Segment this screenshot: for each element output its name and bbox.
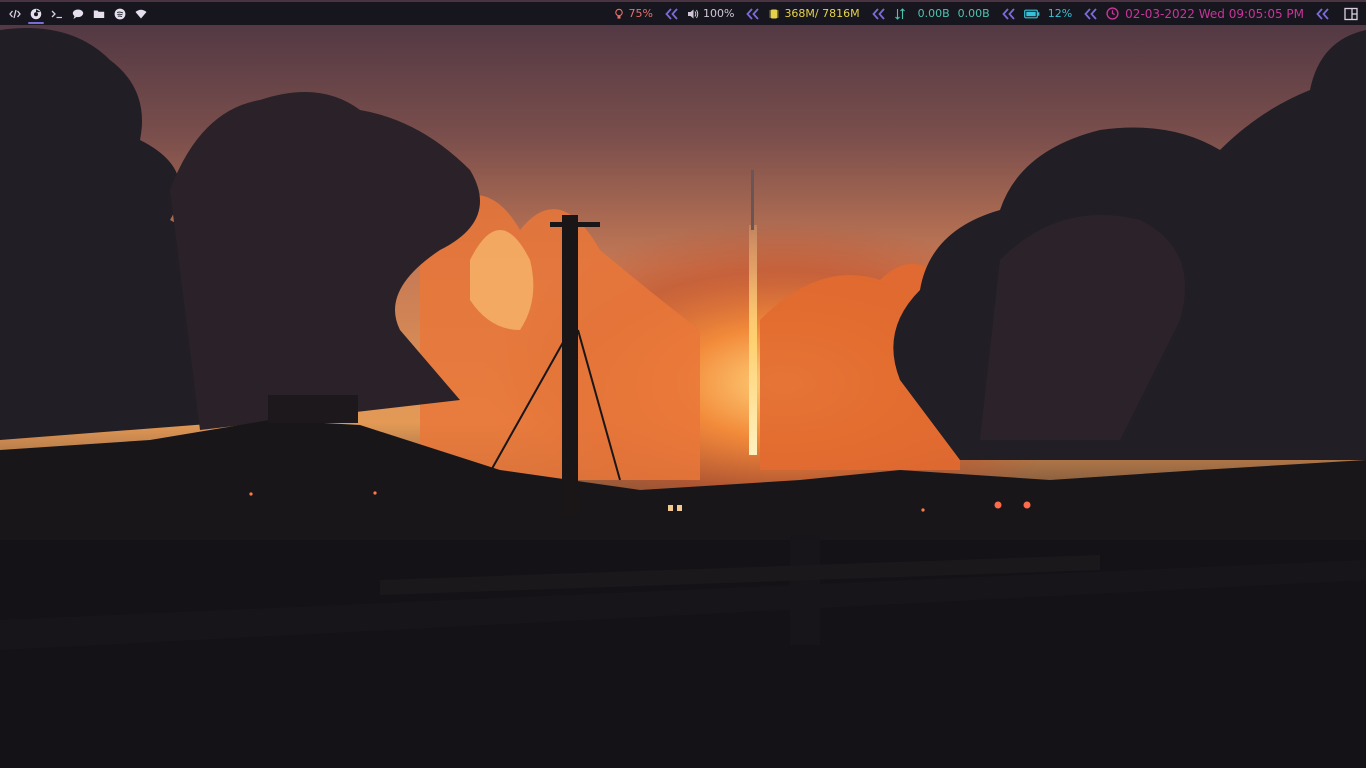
workspace-folder[interactable]: [90, 3, 108, 24]
memory-module[interactable]: 368M/ 7816M: [766, 2, 861, 25]
separator-chevron-icon: [665, 7, 679, 20]
code-icon: [9, 9, 21, 18]
workspace-code[interactable]: [6, 3, 24, 24]
battery-value: 12%: [1047, 7, 1073, 20]
chat-icon: [72, 9, 84, 19]
battery-icon: [1023, 9, 1040, 18]
workspace-terminal[interactable]: [48, 3, 66, 24]
clock-module[interactable]: 02-03-2022 Wed 09:05:05 PM: [1104, 2, 1306, 25]
brightness-value: 75%: [628, 7, 653, 20]
separator-chevron-icon: [1084, 7, 1098, 20]
updown-icon: [894, 7, 905, 20]
workspace-music[interactable]: [111, 3, 129, 24]
wifi-icon: [135, 9, 147, 18]
top-status-bar: 75% 100% 368M/ 7816M 0.00B 0.00B 12% 02-…: [0, 2, 1366, 25]
network-module[interactable]: 0.00B 0.00B: [892, 2, 992, 25]
terminal-icon: [51, 10, 62, 18]
volume-value: 100%: [702, 7, 735, 20]
network-up-value: 0.00B: [957, 7, 990, 20]
separator-chevron-icon: [1002, 7, 1016, 20]
music-icon: [114, 8, 126, 19]
desktop-wallpaper: [0, 0, 1366, 768]
brightness-module[interactable]: 75%: [611, 2, 655, 25]
separator-chevron-icon: [746, 7, 760, 20]
workspace-browser[interactable]: [27, 3, 45, 24]
battery-module[interactable]: 12%: [1022, 2, 1074, 25]
status-modules: 75% 100% 368M/ 7816M 0.00B 0.00B 12% 02-…: [611, 2, 1366, 25]
folder-icon: [93, 10, 105, 18]
memory-value: 368M/ 7816M: [784, 7, 860, 20]
speaker-icon: [687, 9, 699, 18]
workspace-network[interactable]: [132, 3, 150, 24]
browser-icon: [30, 8, 42, 19]
separator-chevron-icon: [1316, 7, 1330, 20]
chip-icon: [769, 9, 779, 18]
network-down-value: 0.00B: [917, 7, 950, 20]
layout-icon: [1344, 7, 1358, 20]
workspace-switcher: [0, 2, 150, 25]
separator-chevron-icon: [871, 7, 886, 20]
bulb-icon: [614, 8, 623, 19]
layout-toggle-button[interactable]: [1344, 7, 1358, 21]
workspace-chat[interactable]: [69, 3, 87, 24]
volume-module[interactable]: 100%: [685, 2, 736, 25]
clock-value: 02-03-2022 Wed 09:05:05 PM: [1125, 6, 1304, 21]
clock-icon: [1106, 7, 1119, 20]
